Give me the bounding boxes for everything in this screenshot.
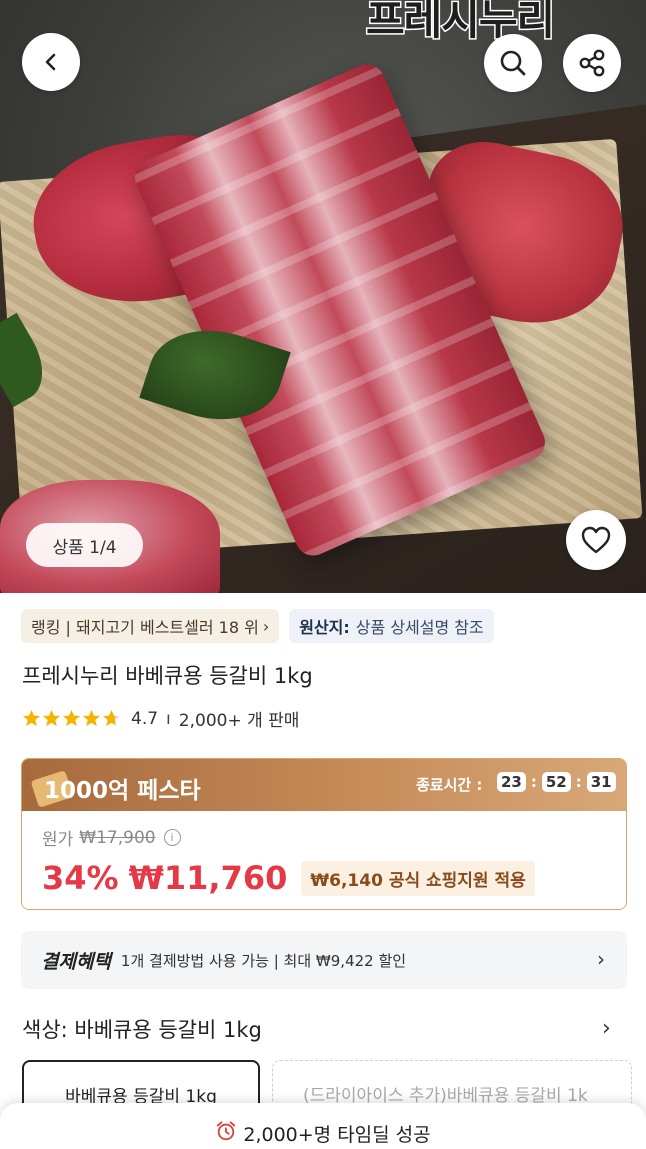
festa-title: 1000억 페스타: [44, 778, 201, 804]
timedeal-text: 2,000+명 타임딜 성공: [243, 1124, 431, 1146]
alarm-clock-icon: [217, 1121, 236, 1141]
shopping-support-badge: ₩6,140 공식 쇼핑지원 적용: [301, 860, 535, 896]
benefit-title: 결제혜택: [41, 950, 111, 973]
countdown-timer: 23: 52: 31: [497, 772, 616, 792]
chevron-right-icon[interactable]: ›: [602, 1016, 611, 1041]
option-header[interactable]: 색상: 바베큐용 등갈비 1kg: [22, 1014, 262, 1044]
price-row: 34% ₩11,760 ₩6,140 공식 쇼핑지원 적용: [42, 859, 535, 897]
original-price-row: 원가 ₩17,900 i: [42, 825, 181, 850]
rating-stars: [22, 709, 121, 728]
chevron-left-icon: [45, 53, 56, 71]
timer-minutes: 52: [541, 772, 571, 792]
share-icon: [579, 49, 605, 77]
ranking-text: 랭킹 | 돼지고기 베스트셀러 18 위: [31, 618, 259, 637]
payment-benefit-bar[interactable]: 결제혜택 1개 결제방법 사용 가능 | 최대 ₩9,422 할인 ›: [21, 931, 627, 989]
origin-label: 원산지:: [299, 618, 350, 637]
search-button[interactable]: [484, 34, 542, 92]
info-icon[interactable]: i: [163, 829, 181, 846]
festa-price-box: 1000억 페스타 종료시간 : 23: 52: 31 원가 ₩17,900 i…: [21, 758, 627, 910]
star-icon: [62, 709, 81, 727]
discount-rate: 34%: [42, 859, 119, 897]
star-half-icon: [102, 709, 121, 727]
image-counter: 상품 1/4: [26, 523, 143, 567]
chevron-right-icon: ›: [597, 947, 605, 971]
festa-header: 1000억 페스타 종료시간 : 23: 52: 31: [22, 759, 626, 811]
star-icon: [82, 709, 101, 727]
info-chips: 랭킹 | 돼지고기 베스트셀러 18 위 › 원산지: 상품 상세설명 참조: [21, 609, 494, 643]
timedeal-bar[interactable]: 2,000+명 타임딜 성공: [0, 1103, 646, 1149]
timer-seconds: 31: [586, 772, 616, 792]
ranking-chip[interactable]: 랭킹 | 돼지고기 베스트셀러 18 위 ›: [21, 609, 280, 643]
chevron-right-icon: ›: [262, 616, 270, 636]
share-button[interactable]: [563, 34, 621, 92]
origin-value: 상품 상세설명 참조: [355, 618, 484, 637]
separator: ı: [166, 708, 171, 729]
search-icon: [500, 50, 526, 76]
star-icon: [22, 709, 41, 727]
sales-count: 2,000+ 개 판매: [178, 711, 300, 731]
rating-value: 4.7: [131, 708, 159, 729]
origin-chip: 원산지: 상품 상세설명 참조: [289, 609, 494, 643]
heart-icon: [581, 526, 611, 554]
timer-hours: 23: [497, 772, 526, 792]
original-price: ₩17,900: [79, 827, 156, 848]
product-title: 프레시누리 바베큐용 등갈비 1kg: [22, 664, 313, 688]
back-button[interactable]: [22, 33, 80, 91]
product-image[interactable]: 프레시누리 상품 1/4: [0, 0, 646, 593]
original-price-label: 원가: [42, 830, 74, 850]
end-time-label: 종료시간 :: [416, 776, 483, 794]
sale-price: ₩11,760: [128, 859, 288, 897]
wishlist-button[interactable]: [566, 510, 626, 570]
star-icon: [42, 709, 61, 727]
rating-row[interactable]: 4.7 ı 2,000+ 개 판매: [22, 706, 299, 731]
benefit-text: 1개 결제방법 사용 가능 | 최대 ₩9,422 할인: [120, 951, 407, 970]
festa-body: 원가 ₩17,900 i 34% ₩11,760 ₩6,140 공식 쇼핑지원 …: [22, 811, 626, 909]
